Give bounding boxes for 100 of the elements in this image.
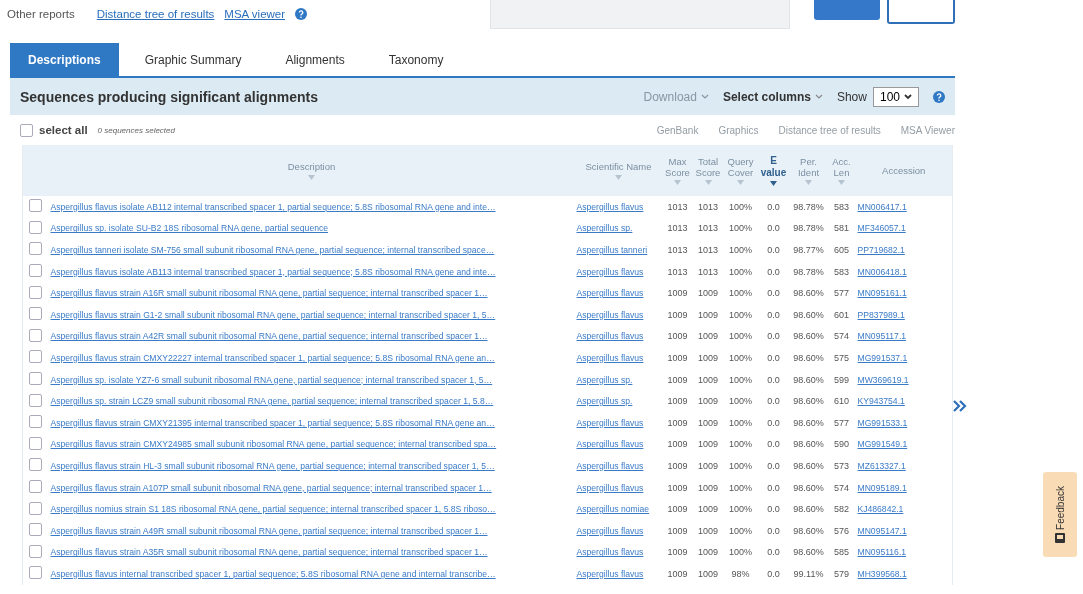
- species-link[interactable]: Aspergillus flavus: [576, 417, 644, 428]
- accession-link[interactable]: PP837989.1: [857, 309, 905, 320]
- row-checkbox[interactable]: [29, 264, 43, 278]
- description-link[interactable]: Aspergillus flavus strain A107P small subunit ribosomal RNA gene, partial sequence; internal transcribed spacer 1…: [50, 482, 492, 493]
- row-checkbox[interactable]: [29, 480, 43, 493]
- accession-link[interactable]: MN006418.1: [857, 266, 907, 277]
- description-link[interactable]: Aspergillus flavus strain A42R small subunit ribosomal RNA gene, partial sequence; internal transcribed spacer 1…: [50, 331, 488, 342]
- species-link[interactable]: Aspergillus flavus: [576, 331, 644, 342]
- species-link[interactable]: Aspergillus tanneri: [576, 245, 648, 255]
- row-checkbox[interactable]: [29, 393, 43, 407]
- accession-link[interactable]: MZ613327.1: [857, 460, 906, 471]
- accession-link[interactable]: KY943754.1: [857, 396, 905, 407]
- tab[interactable]: Graphic Summary: [126, 43, 260, 76]
- column-header[interactable]: Query Cover: [723, 145, 758, 196]
- column-header[interactable]: E value: [757, 145, 790, 196]
- description-link[interactable]: Aspergillus sp. isolate SU-B2 18S ribosomal RNA gene, partial sequence: [50, 223, 329, 234]
- description-link[interactable]: Aspergillus flavus strain A35R small subunit ribosomal RNA gene, partial sequence; internal transcribed spacer 1…: [50, 547, 488, 558]
- column-header[interactable]: Description: [48, 145, 575, 196]
- species-link[interactable]: Aspergillus sp.: [576, 223, 633, 234]
- description-link[interactable]: Aspergillus tanneri isolate SM-756 small subunit ribosomal RNA gene, partial sequence; internal transcribed space…: [50, 245, 495, 255]
- species-link[interactable]: Aspergillus flavus: [576, 288, 644, 299]
- row-checkbox[interactable]: [29, 415, 43, 429]
- row-checkbox[interactable]: [29, 220, 43, 234]
- description-link[interactable]: Aspergillus flavus isolate AB112 internal transcribed spacer 1, partial sequence; 5.8S ribosomal RNA gene and inte…: [50, 201, 496, 212]
- accession-link[interactable]: MH399568.1: [857, 568, 907, 579]
- description-link[interactable]: Aspergillus flavus strain G1-2 small subunit ribosomal RNA gene, partial sequence; internal transcribed spacer 1, 5…: [50, 309, 496, 320]
- row-checkbox[interactable]: [29, 328, 43, 342]
- accession-link[interactable]: KJ486842.1: [857, 504, 904, 515]
- description-link[interactable]: Aspergillus flavus internal transcribed spacer 1, partial sequence; 5.8S ribosomal RNA gene and internal transcribe…: [50, 568, 496, 579]
- description-link[interactable]: Aspergillus sp. strain LCZ9 small subunit ribosomal RNA gene, partial sequence; internal transcribed spacer 1, 5.8…: [50, 396, 494, 407]
- species-link[interactable]: Aspergillus flavus: [576, 266, 644, 277]
- feedback-tab[interactable]: Feedback: [1043, 472, 1077, 557]
- tab[interactable]: Descriptions: [10, 43, 119, 76]
- accession-link[interactable]: MN095117.1: [857, 331, 907, 342]
- accession-link[interactable]: MN095116.1: [857, 547, 907, 558]
- help-icon[interactable]: [933, 90, 945, 103]
- show-count-select[interactable]: 100: [872, 86, 919, 107]
- description-link[interactable]: Aspergillus flavus strain CMXY21395 internal transcribed spacer 1, partial sequence; 5.8S ribosomal RNA gene an…: [50, 417, 495, 428]
- tab[interactable]: Alignments: [267, 43, 363, 76]
- accession-link[interactable]: MG991533.1: [857, 417, 908, 428]
- double-chevron-icon[interactable]: [953, 400, 967, 412]
- species-link[interactable]: Aspergillus flavus: [576, 547, 644, 558]
- accession-link[interactable]: MN095147.1: [857, 525, 907, 536]
- species-link[interactable]: Aspergillus nomiae: [576, 504, 650, 515]
- species-link[interactable]: Aspergillus flavus: [576, 439, 644, 450]
- species-link[interactable]: Aspergillus flavus: [576, 201, 644, 212]
- description-link[interactable]: Aspergillus flavus strain A16R small subunit ribosomal RNA gene, partial sequence; internal transcribed spacer 1…: [50, 288, 488, 299]
- row-checkbox[interactable]: [29, 350, 43, 364]
- row-checkbox[interactable]: [29, 285, 43, 299]
- description-link[interactable]: Aspergillus flavus strain A49R small subunit ribosomal RNA gene, partial sequence; internal transcribed spacer 1…: [50, 525, 488, 536]
- row-checkbox[interactable]: [29, 566, 43, 580]
- accession-link[interactable]: MN095161.1: [857, 288, 907, 299]
- accession-link[interactable]: MG991537.1: [857, 352, 908, 363]
- accession-link[interactable]: PP719682.1: [857, 245, 905, 255]
- table-cell: 100%: [729, 374, 752, 385]
- description-link[interactable]: Aspergillus flavus strain CMXY22227 internal transcribed spacer 1, partial sequence; 5.8S ribosomal RNA gene an…: [50, 352, 495, 363]
- accession-link[interactable]: MN095189.1: [857, 482, 907, 493]
- column-header[interactable]: Scientific Name: [574, 145, 663, 196]
- row-checkbox[interactable]: [29, 436, 43, 450]
- report-link[interactable]: MSA viewer: [224, 8, 286, 20]
- species-link[interactable]: Aspergillus flavus: [576, 309, 644, 320]
- description-link[interactable]: Aspergillus flavus strain CMXY24985 small subunit ribosomal RNA gene, partial sequence; internal transcribed spa…: [50, 439, 497, 450]
- accession-link[interactable]: MN006417.1: [857, 201, 907, 212]
- description-link[interactable]: Aspergillus flavus isolate AB113 internal transcribed spacer 1, partial sequence; 5.8S ribosomal RNA gene and inte…: [50, 266, 496, 277]
- accession-link[interactable]: MG991549.1: [857, 439, 908, 450]
- species-link[interactable]: Aspergillus flavus: [576, 352, 644, 363]
- column-header[interactable]: Max Score: [662, 145, 693, 196]
- row-checkbox[interactable]: [29, 501, 43, 515]
- row-checkbox[interactable]: [29, 372, 43, 386]
- row-checkbox[interactable]: [29, 523, 43, 537]
- description-link[interactable]: Aspergillus nomius strain S1 18S ribosomal RNA gene, partial sequence; internal transcribed spacer 1, 5.8S riboso…: [50, 504, 496, 515]
- row-checkbox[interactable]: [29, 544, 43, 558]
- species-link[interactable]: Aspergillus flavus: [576, 568, 644, 579]
- row-checkbox[interactable]: [29, 199, 43, 213]
- description-link[interactable]: Aspergillus sp. isolate YZ7-6 small subunit ribosomal RNA gene, partial sequence; internal transcribed spacer 1, 5…: [50, 374, 493, 385]
- description-link[interactable]: Aspergillus flavus strain HL-3 small subunit ribosomal RNA gene, partial sequence; internal transcribed spacer 1, 5…: [50, 460, 495, 471]
- column-header[interactable]: Acc. Len: [827, 145, 856, 196]
- select-columns-dropdown[interactable]: Select columns: [722, 89, 823, 104]
- species-link[interactable]: Aspergillus flavus: [576, 482, 644, 493]
- select-all-checkbox[interactable]: [20, 123, 33, 137]
- help-icon[interactable]: [295, 8, 308, 20]
- search-field[interactable]: [490, 0, 790, 29]
- table-cell: 0.0: [767, 331, 780, 342]
- row-checkbox[interactable]: [29, 458, 43, 472]
- species-link[interactable]: Aspergillus flavus: [576, 525, 644, 536]
- tab[interactable]: Taxonomy: [370, 43, 462, 76]
- accession-link[interactable]: MF346057.1: [857, 223, 906, 234]
- reset-button[interactable]: [887, 0, 955, 24]
- report-link[interactable]: Distance tree of results: [96, 8, 215, 20]
- species-link[interactable]: Aspergillus flavus: [576, 460, 644, 471]
- column-header[interactable]: Accession: [855, 145, 953, 196]
- row-checkbox[interactable]: [29, 242, 43, 256]
- species-link[interactable]: Aspergillus sp.: [576, 396, 633, 407]
- table-cell: 100%: [729, 223, 752, 234]
- row-checkbox[interactable]: [29, 307, 43, 321]
- accession-link[interactable]: MW369619.1: [857, 374, 909, 385]
- column-header[interactable]: Per. Ident: [789, 145, 828, 196]
- column-header[interactable]: Total Score: [692, 145, 724, 196]
- species-link[interactable]: Aspergillus sp.: [576, 374, 633, 385]
- table-cell: 1009: [698, 547, 718, 558]
